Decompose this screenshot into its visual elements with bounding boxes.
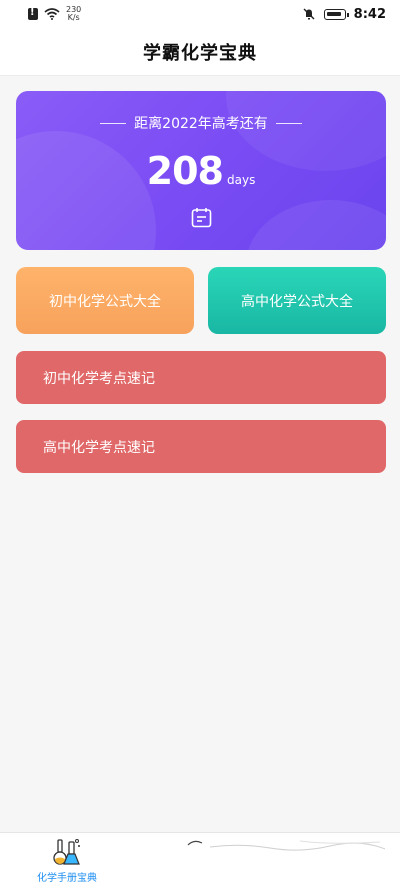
junior-key-points-button[interactable]: 初中化学考点速记 — [16, 351, 386, 404]
divider-line — [275, 122, 302, 124]
junior-formula-label: 初中化学公式大全 — [49, 293, 161, 310]
sim-alert-icon — [28, 7, 38, 20]
network-speed-unit: K/s — [67, 13, 80, 22]
junior-formula-button[interactable]: 初中化学公式大全 — [16, 267, 194, 334]
days-unit: days — [227, 173, 256, 187]
countdown-label: 距离2022年高考还有 — [134, 116, 268, 132]
nav-label-handbook: 化学手册宝典 — [37, 873, 97, 884]
days-row: 208 days — [16, 149, 386, 193]
days-count: 208 — [146, 149, 224, 193]
wifi-icon — [44, 8, 60, 20]
divider-line — [100, 122, 127, 124]
battery-icon — [323, 8, 349, 20]
status-time: 8:42 — [353, 6, 386, 22]
status-right: 8:42 — [302, 7, 386, 22]
countdown-label-row: 距离2022年高考还有 — [16, 113, 386, 133]
flask-icon — [53, 839, 80, 865]
app-header: 学霸化学宝典 — [0, 28, 400, 76]
senior-key-points-label: 高中化学考点速记 — [43, 439, 155, 456]
mute-bell-icon — [303, 8, 315, 20]
exam-countdown-card[interactable]: 距离2022年高考还有 208 days — [16, 91, 386, 250]
nav-area-sketch — [187, 840, 386, 851]
status-left: 230 K/s — [28, 6, 81, 22]
decorative-circle — [246, 200, 386, 250]
status-bar: 230 K/s 8:42 — [0, 0, 400, 28]
senior-formula-label: 高中化学公式大全 — [241, 293, 353, 310]
bottom-nav: 化学手册宝典 — [0, 832, 400, 888]
network-speed: 230 K/s — [66, 6, 81, 22]
senior-key-points-button[interactable]: 高中化学考点速记 — [16, 420, 386, 473]
nav-item-handbook[interactable]: 化学手册宝典 — [30, 837, 104, 887]
junior-key-points-label: 初中化学考点速记 — [43, 370, 155, 387]
senior-formula-button[interactable]: 高中化学公式大全 — [208, 267, 386, 334]
calendar-icon[interactable] — [191, 207, 212, 228]
page-title: 学霸化学宝典 — [143, 42, 257, 64]
